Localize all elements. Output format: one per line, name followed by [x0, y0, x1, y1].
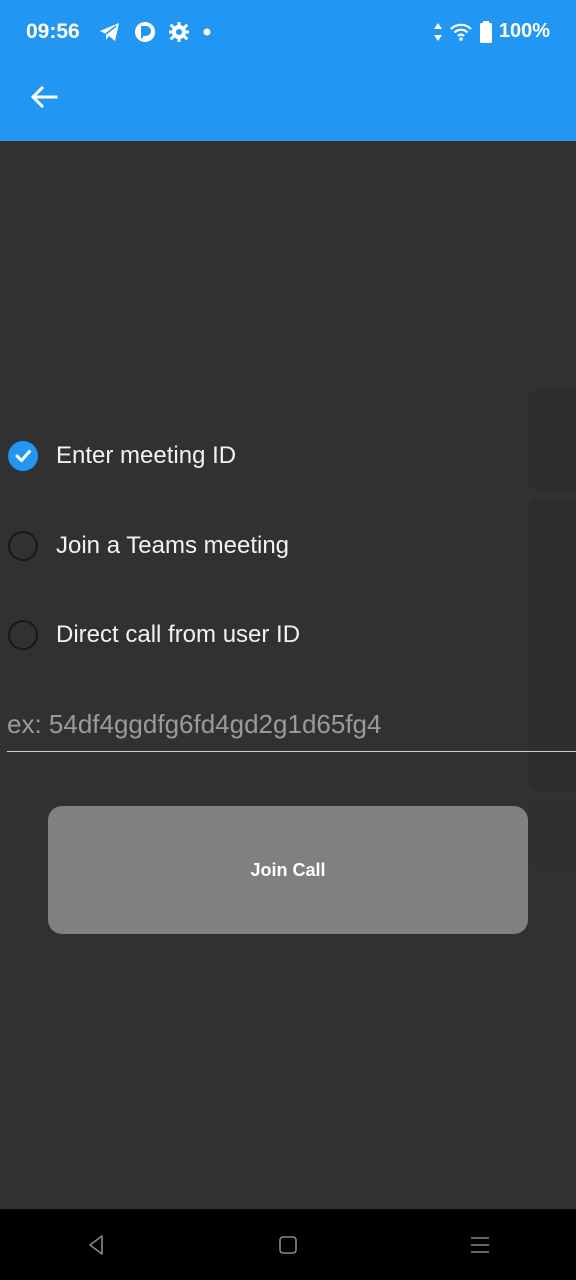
settings-icon	[169, 22, 189, 42]
background-card	[528, 389, 576, 491]
dot-icon	[203, 28, 211, 36]
app-icon	[135, 22, 155, 42]
arrow-left-icon	[30, 85, 58, 109]
battery-icon	[479, 20, 492, 43]
home-icon	[279, 1235, 297, 1254]
radio-button-checked[interactable]	[8, 441, 38, 471]
status-bar: 09:56 100%	[0, 0, 576, 51]
status-time: 09:56	[26, 20, 80, 43]
option-direct-call-user-id[interactable]: Direct call from user ID	[8, 613, 300, 657]
meeting-id-input[interactable]	[7, 697, 576, 751]
radio-button[interactable]	[8, 531, 38, 561]
option-label: Join a Teams meeting	[56, 532, 290, 559]
app-bar	[0, 51, 576, 141]
main-content: Enter meeting ID Join a Teams meeting Di…	[0, 141, 576, 1209]
status-icons-left	[98, 21, 212, 43]
nav-recents-button[interactable]	[450, 1215, 510, 1275]
radio-button[interactable]	[8, 620, 38, 650]
recents-icon	[471, 1236, 489, 1253]
join-call-label: Join Call	[250, 859, 326, 880]
back-icon	[89, 1234, 103, 1255]
data-arrows-icon	[433, 22, 442, 41]
option-join-teams-meeting[interactable]: Join a Teams meeting	[8, 524, 289, 568]
meeting-id-field[interactable]	[7, 697, 576, 752]
back-button[interactable]	[22, 75, 66, 119]
join-call-button[interactable]: Join Call	[48, 806, 528, 934]
status-icons-right: 100%	[433, 20, 550, 43]
telegram-icon	[100, 23, 119, 41]
wifi-icon	[450, 23, 472, 41]
battery-percent: 100%	[498, 20, 550, 42]
system-nav-bar	[0, 1209, 576, 1280]
option-label: Direct call from user ID	[56, 621, 301, 648]
nav-back-button[interactable]	[66, 1215, 126, 1275]
check-icon	[15, 450, 31, 462]
nav-home-button[interactable]	[258, 1215, 318, 1275]
background-card	[528, 801, 576, 867]
option-enter-meeting-id[interactable]: Enter meeting ID	[8, 434, 236, 478]
option-label: Enter meeting ID	[56, 442, 237, 469]
